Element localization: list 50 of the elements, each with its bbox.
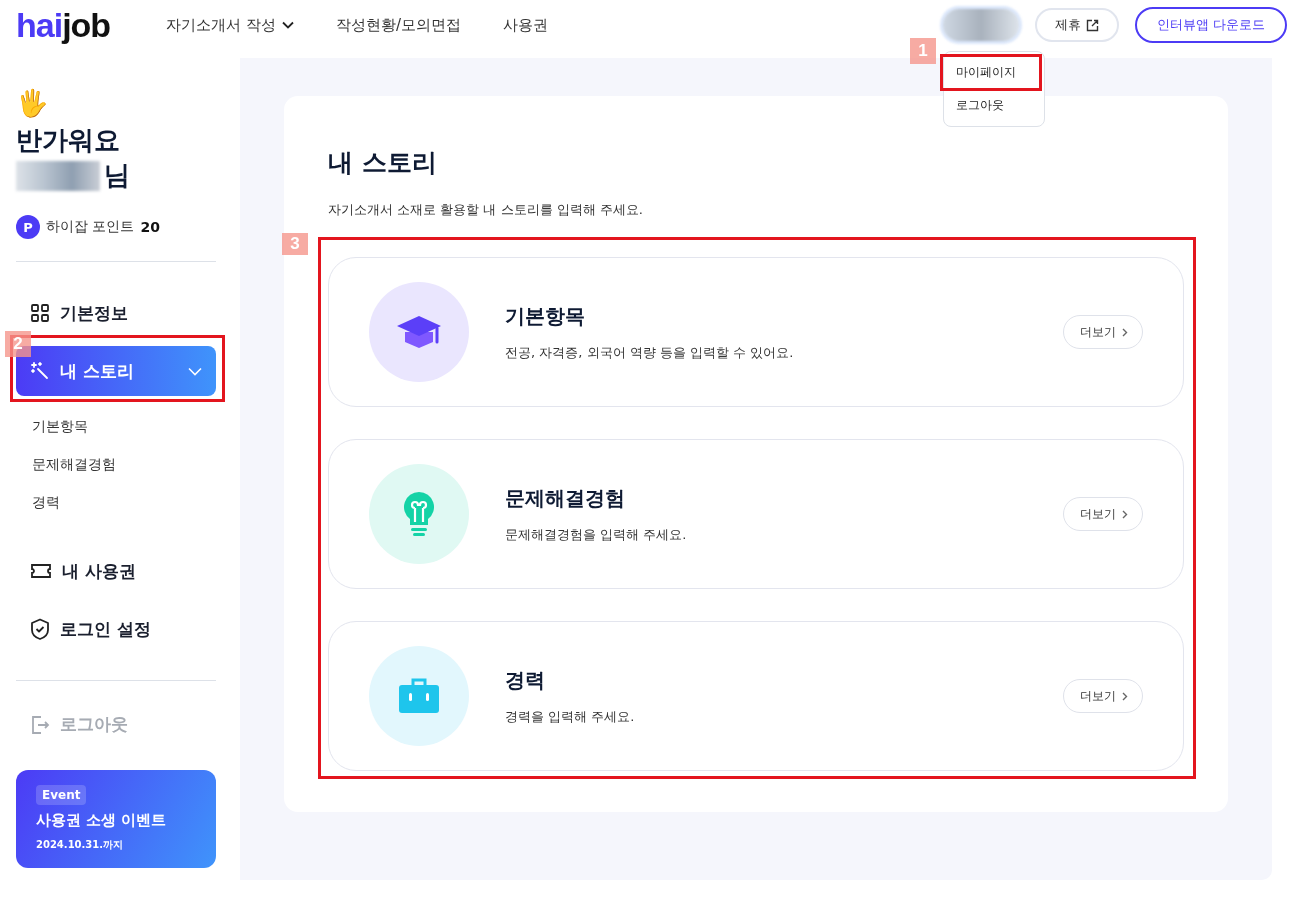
story-card[interactable]: 기본항목 전공, 자격증, 외국어 역량 등을 입력할 수 있어요. 더보기	[328, 257, 1184, 407]
submenu-item[interactable]: 기본항목	[16, 408, 216, 447]
callout-number: 2	[5, 331, 31, 358]
logout-icon	[30, 714, 50, 735]
points-value: 20	[140, 219, 160, 236]
card-description: 경력을 입력해 주세요.	[505, 707, 636, 726]
event-banner[interactable]: Event 사용권 소생 이벤트 2024.10.31.까지	[16, 770, 216, 869]
shield-check-icon	[30, 618, 50, 641]
event-date: 2024.10.31.까지	[36, 838, 125, 853]
callout-number: 3	[282, 233, 308, 255]
chevron-right-icon	[1122, 327, 1128, 337]
ticket-icon	[30, 562, 52, 581]
logo[interactable]: haijob	[16, 8, 111, 42]
event-title: 사용권 소생 이벤트	[36, 811, 168, 831]
card-title: 기본항목	[505, 302, 586, 330]
card-title: 문제해결경험	[505, 484, 626, 512]
grid-icon	[30, 303, 50, 324]
sidebar-item[interactable]: 내 사용권	[16, 546, 216, 597]
chevron-right-icon	[1122, 691, 1128, 701]
partner-button[interactable]: 제휴	[1034, 8, 1119, 42]
submenu-item[interactable]: 문제해결경험	[16, 446, 216, 485]
waving-hand-emoji: 🖐	[16, 90, 49, 116]
page-title: 내 스토리	[328, 147, 438, 179]
event-tag: Event	[36, 785, 87, 806]
nav-link[interactable]: 사용권	[502, 15, 548, 35]
greeting: 반가워요	[16, 124, 121, 157]
card-title: 경력	[505, 666, 546, 694]
chevron-right-icon	[1122, 509, 1128, 519]
menu-item[interactable]: 마이페이지	[955, 65, 1016, 79]
menu-item[interactable]: 로그아웃	[955, 98, 1004, 112]
external-link-icon	[1085, 18, 1099, 32]
nav-link[interactable]: 자기소개서 작성	[166, 15, 294, 35]
points-label: 하이잡 포인트	[46, 218, 135, 237]
page-subtitle: 자기소개서 소재로 활용할 내 스토리를 입력해 주세요.	[328, 201, 644, 219]
more-button[interactable]: 더보기	[1063, 497, 1143, 531]
story-card[interactable]: 경력 경력을 입력해 주세요. 더보기	[328, 621, 1184, 771]
card-description: 문제해결경험을 입력해 주세요.	[505, 525, 688, 544]
more-button[interactable]: 더보기	[1063, 679, 1143, 713]
blurred-avatar[interactable]	[942, 9, 1019, 41]
download-button[interactable]: 인터뷰앱 다운로드	[1134, 7, 1287, 43]
submenu-item[interactable]: 경력	[16, 484, 216, 523]
more-button[interactable]: 더보기	[1063, 315, 1143, 349]
card-description: 전공, 자격증, 외국어 역량 등을 입력할 수 있어요.	[505, 343, 795, 362]
callout-number: 1	[909, 38, 936, 64]
story-card[interactable]: 문제해결경험 문제해결경험을 입력해 주세요. 더보기	[328, 439, 1184, 589]
points-badge: P	[16, 215, 40, 240]
magic-wand-icon	[30, 361, 50, 382]
sidebar-item[interactable]: 로그인 설정	[16, 604, 216, 655]
nav-link[interactable]: 작성현황/모의면접	[335, 15, 461, 35]
name-suffix: 님	[104, 159, 130, 193]
